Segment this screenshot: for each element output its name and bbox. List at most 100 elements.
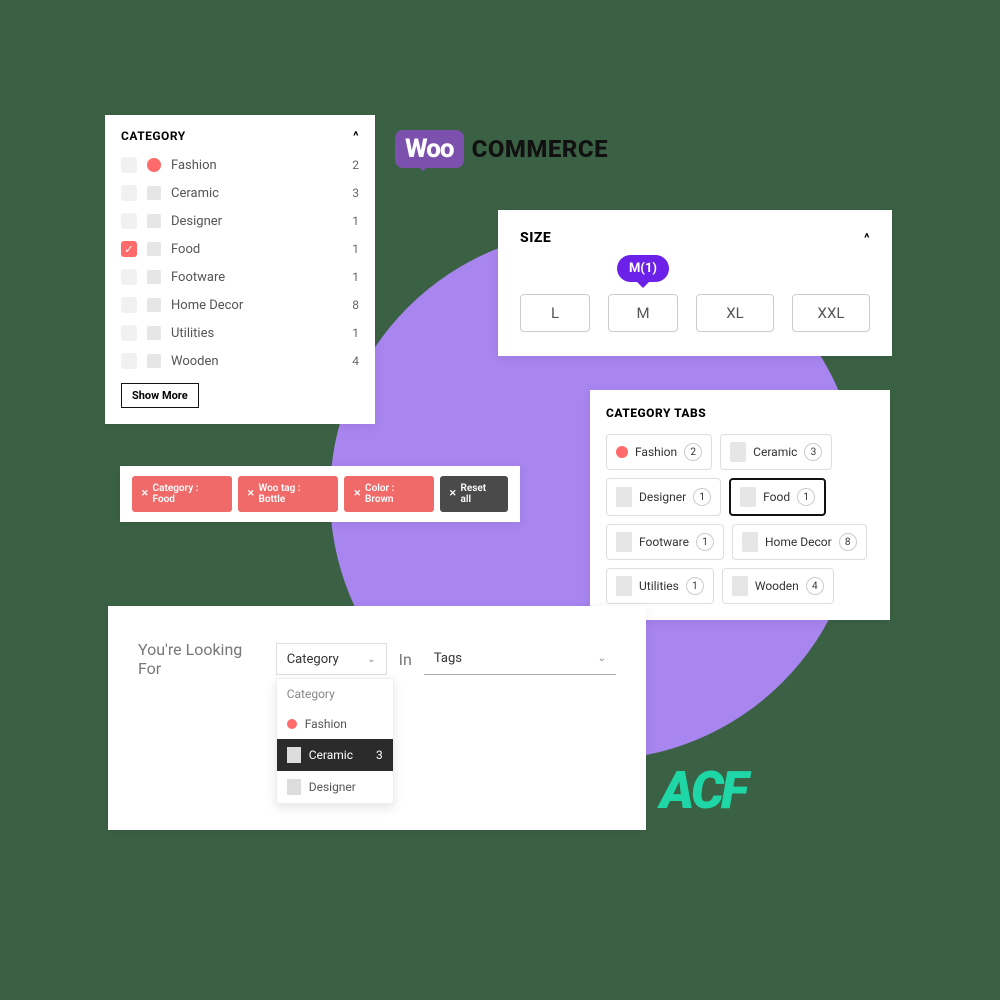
woocommerce-logo: Woo COMMERCE bbox=[395, 130, 608, 168]
filter-chip[interactable]: ✕ Woo tag : Bottle bbox=[238, 476, 339, 512]
active-filters-bar: ✕ Category : Food✕ Woo tag : Bottle✕ Col… bbox=[120, 466, 520, 522]
category-tab[interactable]: Designer 1 bbox=[606, 478, 721, 516]
category-row[interactable]: Fashion2 bbox=[121, 151, 359, 179]
product-thumb-icon bbox=[147, 298, 161, 312]
size-filter-panel: SIZE ^ L MM(1) XL XXL bbox=[498, 210, 892, 356]
category-label: Fashion bbox=[171, 158, 342, 173]
looking-for-mid: In bbox=[399, 650, 412, 669]
woo-text: COMMERCE bbox=[472, 135, 609, 163]
category-tab[interactable]: Ceramic 3 bbox=[720, 434, 832, 470]
category-row[interactable]: Utilities1 bbox=[121, 319, 359, 347]
category-label: Home Decor bbox=[171, 298, 342, 313]
show-more-button[interactable]: Show More bbox=[121, 383, 199, 408]
checkbox[interactable] bbox=[121, 185, 137, 201]
tab-label: Utilities bbox=[639, 579, 679, 593]
filter-chip[interactable]: ✕ Color : Brown bbox=[344, 476, 433, 512]
product-thumb-icon bbox=[740, 487, 756, 507]
tab-label: Designer bbox=[639, 490, 686, 504]
product-thumb-icon bbox=[147, 214, 161, 228]
tab-label: Fashion bbox=[635, 445, 677, 459]
chip-label: Woo tag : Bottle bbox=[259, 483, 330, 505]
chip-label: Color : Brown bbox=[365, 483, 425, 505]
tab-label: Food bbox=[763, 490, 790, 504]
tab-count: 2 bbox=[684, 443, 702, 461]
category-select[interactable]: Category ⌄ CategoryFashionCeramic3Design… bbox=[276, 643, 387, 675]
tab-count: 8 bbox=[839, 533, 857, 551]
reset-all-chip[interactable]: ✕ Reset all bbox=[440, 476, 508, 512]
category-label: Footware bbox=[171, 270, 342, 285]
product-thumb-icon bbox=[287, 779, 301, 795]
category-label: Food bbox=[171, 242, 342, 257]
size-option-button[interactable]: L bbox=[520, 294, 590, 332]
category-panel-title: CATEGORY bbox=[121, 129, 186, 143]
close-icon: ✕ bbox=[449, 489, 457, 499]
dropdown-option[interactable]: Designer bbox=[277, 771, 393, 803]
chip-label: Reset all bbox=[461, 483, 500, 505]
color-swatch-icon bbox=[147, 158, 161, 172]
dropdown-option[interactable]: Ceramic3 bbox=[277, 739, 393, 771]
chevron-up-icon[interactable]: ^ bbox=[864, 231, 870, 245]
product-thumb-icon bbox=[287, 747, 301, 763]
category-tab[interactable]: Food 1 bbox=[729, 478, 826, 516]
tab-count: 1 bbox=[797, 488, 815, 506]
chip-label: Category : Food bbox=[153, 483, 223, 505]
tab-count: 1 bbox=[693, 488, 711, 506]
tab-count: 4 bbox=[806, 577, 824, 595]
category-filter-panel: CATEGORY ^ Fashion2 Ceramic 3 Designer1 ✓ Foo… bbox=[105, 115, 375, 424]
size-tooltip: M(1) bbox=[617, 255, 669, 282]
size-option-button[interactable]: XXL bbox=[792, 294, 870, 332]
category-tab[interactable]: Home Decor 8 bbox=[732, 524, 867, 560]
category-tabs-panel: CATEGORY TABS Fashion2Ceramic3Designer1F… bbox=[590, 390, 890, 620]
category-tab[interactable]: Fashion 2 bbox=[606, 434, 712, 470]
tab-count: 1 bbox=[696, 533, 714, 551]
chevron-down-icon: ⌄ bbox=[367, 654, 375, 665]
checkbox[interactable] bbox=[121, 353, 137, 369]
checkbox[interactable]: ✓ bbox=[121, 241, 137, 257]
checkbox[interactable] bbox=[121, 213, 137, 229]
category-row[interactable]: Wooden4 bbox=[121, 347, 359, 375]
tab-count: 1 bbox=[686, 577, 704, 595]
dropdown-header: Category bbox=[277, 679, 393, 709]
category-tab[interactable]: Utilities 1 bbox=[606, 568, 714, 604]
category-count: 8 bbox=[352, 298, 359, 312]
checkbox[interactable] bbox=[121, 325, 137, 341]
checkbox[interactable] bbox=[121, 157, 137, 173]
filter-chip[interactable]: ✕ Category : Food bbox=[132, 476, 232, 512]
close-icon: ✕ bbox=[247, 489, 255, 499]
checkbox[interactable] bbox=[121, 269, 137, 285]
tab-label: Ceramic bbox=[753, 445, 797, 459]
category-tab[interactable]: Footware 1 bbox=[606, 524, 724, 560]
size-option-button[interactable]: XL bbox=[696, 294, 774, 332]
category-row[interactable]: Designer1 bbox=[121, 207, 359, 235]
product-thumb-icon bbox=[616, 576, 632, 596]
product-thumb-icon bbox=[732, 576, 748, 596]
category-row[interactable]: Home Decor 8 bbox=[121, 291, 359, 319]
chevron-down-icon: ⌄ bbox=[598, 653, 606, 664]
tags-select[interactable]: Tags ⌄ bbox=[424, 643, 616, 675]
category-tab[interactable]: Wooden4 bbox=[722, 568, 834, 604]
dropdown-option-label: Fashion bbox=[305, 717, 347, 731]
checkbox[interactable] bbox=[121, 297, 137, 313]
chevron-up-icon[interactable]: ^ bbox=[353, 129, 359, 143]
tags-select-value: Tags bbox=[434, 651, 462, 666]
close-icon: ✕ bbox=[141, 489, 149, 499]
category-count: 4 bbox=[352, 354, 359, 368]
category-count: 3 bbox=[352, 186, 359, 200]
size-option-button[interactable]: MM(1) bbox=[608, 294, 678, 332]
tab-label: Home Decor bbox=[765, 535, 832, 549]
category-row[interactable]: Ceramic 3 bbox=[121, 179, 359, 207]
tab-count: 3 bbox=[804, 443, 822, 461]
product-thumb-icon bbox=[147, 270, 161, 284]
dropdown-option-label: Designer bbox=[309, 780, 356, 794]
size-panel-title: SIZE bbox=[520, 230, 551, 246]
tab-label: Footware bbox=[639, 535, 689, 549]
product-thumb-icon bbox=[616, 532, 632, 552]
color-swatch-icon bbox=[287, 719, 297, 729]
acf-logo: ACF bbox=[660, 760, 746, 821]
product-thumb-icon bbox=[147, 354, 161, 368]
product-thumb-icon bbox=[147, 186, 161, 200]
category-label: Ceramic bbox=[171, 186, 342, 201]
category-row[interactable]: ✓Food1 bbox=[121, 235, 359, 263]
dropdown-option[interactable]: Fashion bbox=[277, 709, 393, 739]
category-row[interactable]: Footware1 bbox=[121, 263, 359, 291]
